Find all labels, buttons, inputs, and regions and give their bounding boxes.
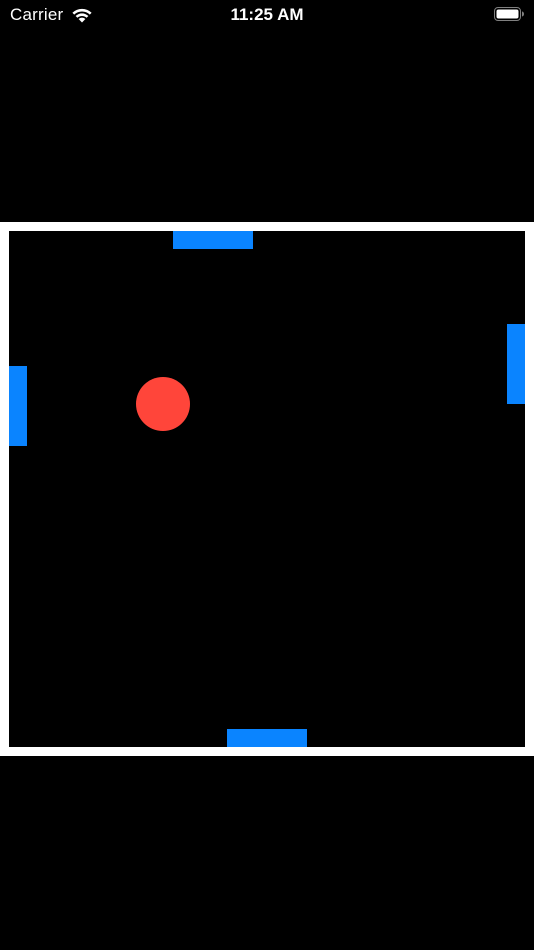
red-ball — [136, 377, 190, 431]
paddle-top[interactable] — [173, 231, 253, 249]
game-board — [0, 222, 534, 756]
battery-full-icon — [494, 7, 524, 21]
paddle-bottom[interactable] — [227, 729, 307, 747]
paddle-left[interactable] — [9, 366, 27, 446]
game-arena[interactable] — [9, 231, 525, 747]
clock-time: 11:25 AM — [230, 5, 304, 24]
paddle-right[interactable] — [507, 324, 525, 404]
status-bar: Carrier 11:25 AM — [0, 0, 534, 32]
